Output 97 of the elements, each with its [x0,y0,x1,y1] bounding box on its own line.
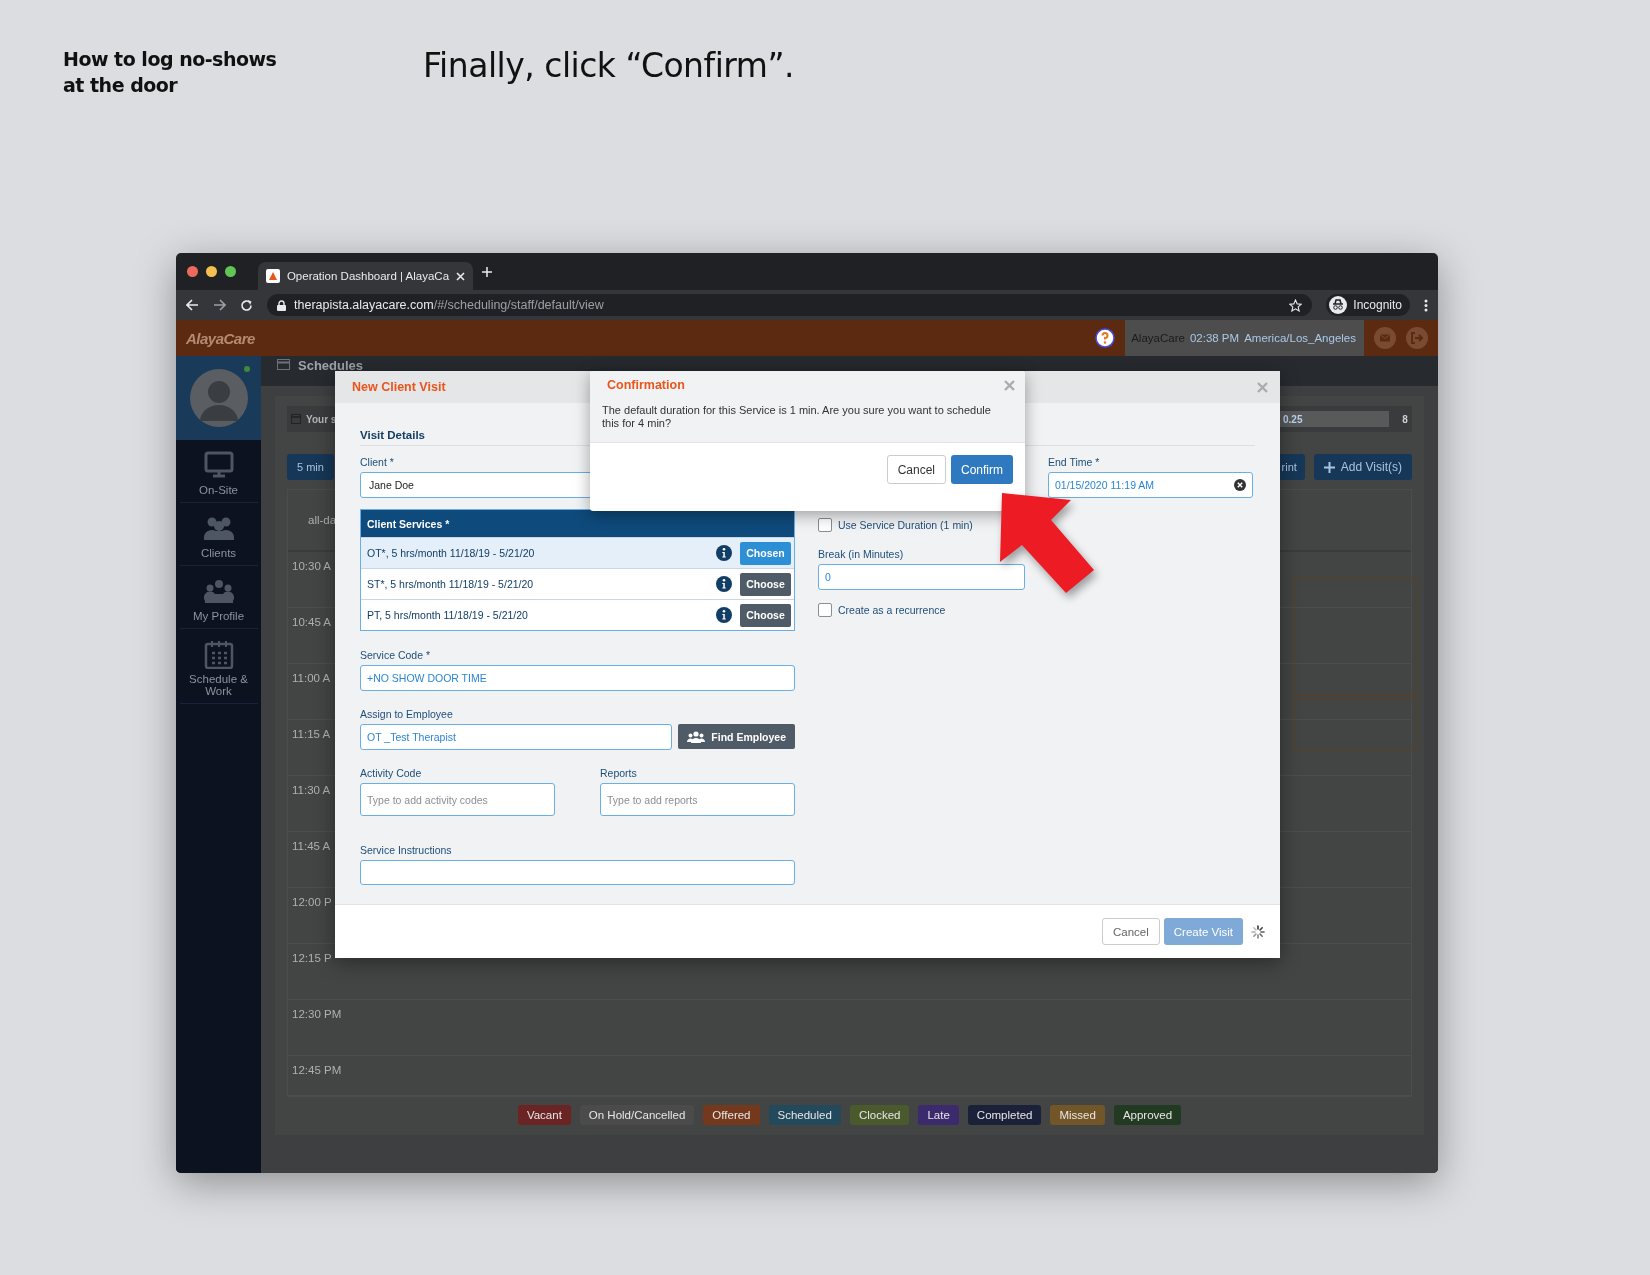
status-legend-tag: Offered [703,1105,760,1125]
status-legend-tag: On Hold/Cancelled [579,1105,695,1125]
time-label: 10:45 A [292,616,331,628]
status-legend-tag: Late [918,1105,959,1125]
info-icon[interactable] [716,607,732,623]
maximize-window-icon[interactable] [225,266,236,277]
help-icon[interactable] [1095,328,1116,348]
confirmation-message: The default duration for this Service is 1 min. Are you sure you want to schedule this for 4 min? [590,399,1025,443]
field-label: Break (in Minutes) [818,548,905,560]
incognito-icon [1329,296,1348,314]
online-status-dot [244,366,250,372]
choose-service-button[interactable]: Choose [740,572,791,596]
all-day-label: all-da [308,514,337,526]
field-label: Reports [600,767,638,779]
sidebar-item[interactable]: Schedule & Work [179,629,258,704]
timezone-text: America/Los_Angeles [1244,332,1356,344]
page-title: Schedules [298,358,364,373]
cancel-button[interactable]: Cancel [1101,918,1160,945]
time-label: 11:00 A [292,672,331,684]
checkbox[interactable] [818,518,832,532]
clear-icon[interactable] [1234,479,1246,491]
app-logo[interactable]: AlayaCare [186,329,255,347]
reports-field[interactable]: Type to add reports [600,783,795,816]
address-bar[interactable]: therapista.alayacare.com/#/scheduling/staff/default/view [267,294,1313,316]
forward-icon[interactable] [213,299,226,311]
field-label: Activity Code [360,767,423,779]
add-visit-button[interactable]: Add Visit(s) [1313,454,1412,480]
time-label: 10:30 A [292,560,331,572]
sidebar-item[interactable]: Clients [179,503,258,566]
status-legend-tag: Completed [967,1105,1042,1125]
dialog-title: Confirmation [607,378,685,392]
time-label: 12:00 P [292,896,332,908]
avatar-silhouette [189,369,248,427]
new-tab-icon[interactable] [481,265,493,278]
lock-icon [277,299,286,311]
status-legend-tag: Clocked [849,1105,910,1125]
modal-title: New Client Visit [352,380,446,394]
service-instructions-field[interactable] [360,860,795,885]
sidebar-item[interactable]: My Profile [179,566,258,629]
status-legend-tag: Missed [1050,1105,1105,1125]
url-text: therapista.alayacare.com/#/scheduling/staff/default/view [294,298,604,312]
status-legend-tag: Vacant [517,1105,571,1125]
slide-title: How to log no-shows at the door [63,47,278,98]
break-minutes-field[interactable]: 0 [818,564,1025,590]
checkbox[interactable] [818,603,832,617]
service-text: ST*, 5 hrs/month 11/18/19 - 5/21/20 [367,578,535,590]
time-label: 11:30 A [292,784,331,796]
employee-field[interactable]: OT _Test Therapist [360,724,673,750]
duration-dropdown[interactable]: 5 min [287,454,334,480]
field-label: Service Instructions [360,844,453,856]
field-label: Assign to Employee [360,708,454,720]
time-label: 11:15 A [292,728,331,740]
close-window-icon[interactable] [187,266,198,277]
instruction-text: Finally, click “Confirm”. [423,46,795,87]
time-label: 12:30 PM [292,1008,342,1020]
reload-icon[interactable] [240,298,253,312]
time-label: 12:15 P [292,952,332,964]
more-menu-icon[interactable] [1424,298,1428,312]
field-label: Service Code * [360,649,432,661]
field-label: Client * [360,456,395,468]
find-employee-button[interactable]: Find Employee [678,724,795,749]
status-legend-tag: Approved [1113,1105,1182,1125]
checkbox-label[interactable]: Create as a recurrence [838,604,946,616]
confirm-button[interactable]: Confirm [951,455,1013,484]
status-legend-tag: Scheduled [768,1105,841,1125]
time-label: 11:45 A [292,840,331,852]
time-label: 12:45 PM [292,1064,342,1076]
service-text: OT*, 5 hrs/month 11/18/19 - 5/21/20 [367,547,536,559]
service-text: PT, 5 hrs/month 11/18/19 - 5/21/20 [367,609,529,621]
print-button[interactable]: rint [1278,454,1305,480]
hours-total-label: 0.25 [1277,411,1389,427]
star-icon[interactable] [1289,298,1303,312]
minimize-window-icon[interactable] [206,266,217,277]
sidebar-item[interactable]: On-Site [179,440,258,503]
visit-count: 8 [1401,413,1409,425]
calendar-icon [277,358,290,370]
info-icon[interactable] [716,576,732,592]
activity-code-field[interactable]: Type to add activity codes [360,783,555,816]
current-time: 02:38 PM [1189,332,1240,344]
browser-tab[interactable]: Operation Dashboard | AlayaCa [258,262,473,290]
choose-service-button[interactable]: Choose [740,603,791,627]
incognito-profile-button[interactable]: Incognito [1326,294,1410,316]
service-code-field[interactable]: +NO SHOW DOOR TIME [360,665,795,691]
back-icon[interactable] [186,299,199,311]
plus-icon [1323,461,1335,473]
loading-spinner-icon [1251,924,1265,939]
calendar-icon [291,414,301,424]
table-header: Client Services * [361,510,794,537]
choose-service-button[interactable]: Chosen [740,541,791,565]
close-tab-icon[interactable] [456,271,465,281]
cancel-button[interactable]: Cancel [886,455,946,484]
info-icon[interactable] [716,545,732,561]
site-favicon [266,269,280,283]
field-label: End Time * [1048,456,1101,468]
end-time-field[interactable]: 01/15/2020 11:19 AM [1048,472,1253,498]
checkbox-label[interactable]: Use Service Duration (1 min) [838,519,973,531]
people-icon [687,730,706,743]
